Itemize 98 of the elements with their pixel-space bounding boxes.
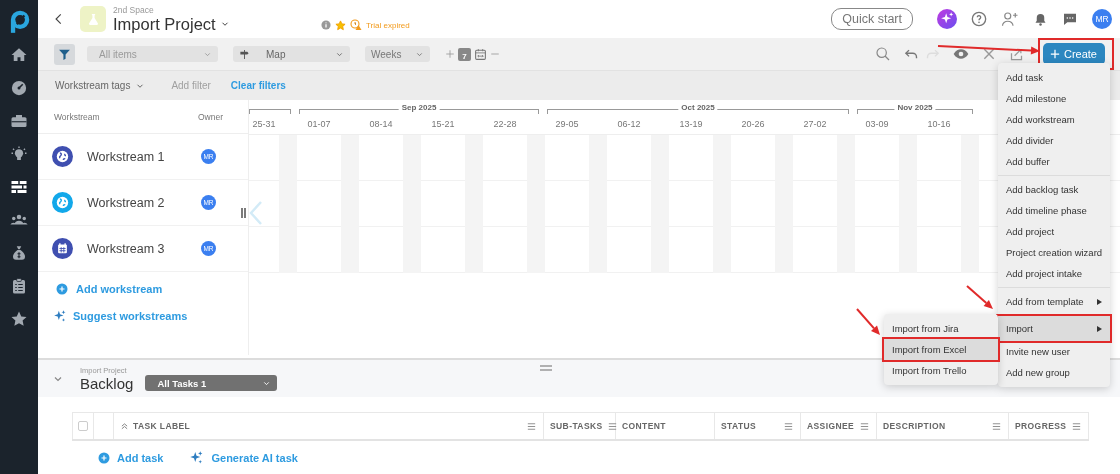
- ai-sparkle-icon[interactable]: [937, 9, 957, 29]
- menu-item[interactable]: Project creation wizard: [998, 242, 1110, 263]
- annotation-arrow: [856, 308, 880, 335]
- column-header[interactable]: TASK LABEL: [113, 412, 544, 440]
- week-label: 15-21: [431, 119, 455, 129]
- create-button[interactable]: Create: [1042, 43, 1105, 65]
- add-task-link[interactable]: Add task: [98, 451, 164, 464]
- search-icon[interactable]: [874, 46, 891, 62]
- menu-item[interactable]: Add project intake: [998, 263, 1110, 284]
- menu-item[interactable]: Add new group: [998, 362, 1110, 383]
- column-menu-icon[interactable]: [991, 420, 1002, 432]
- bell-icon[interactable]: [1033, 11, 1048, 27]
- menu-item[interactable]: Add buffer: [998, 151, 1110, 172]
- eye-icon[interactable]: [952, 46, 969, 62]
- week-label: 25-31: [252, 119, 276, 129]
- menu-item[interactable]: Add task: [998, 67, 1110, 88]
- month-label: Sep 2025: [398, 103, 440, 112]
- column-menu-icon[interactable]: [606, 420, 618, 432]
- space-name: 2nd Space: [113, 4, 155, 15]
- plus-circle-icon: [56, 283, 68, 295]
- column-menu-icon[interactable]: [859, 420, 870, 432]
- month-label: Nov 2025: [894, 103, 936, 112]
- scale-select[interactable]: Weeks: [365, 46, 430, 62]
- column-header: Owner: [197, 111, 223, 122]
- week-label: 06-12: [617, 119, 641, 129]
- task-filter-dropdown[interactable]: All Tasks 1: [145, 375, 278, 391]
- quick-start-button[interactable]: Quick start: [831, 8, 913, 30]
- backlog-title: Backlog: [80, 374, 134, 392]
- menu-item[interactable]: Add project: [998, 221, 1110, 242]
- week-label: 20-26: [741, 119, 765, 129]
- workstream-name[interactable]: Workstream 2: [87, 195, 197, 210]
- column-header[interactable]: DESCRIPTION: [876, 412, 1009, 440]
- menu-item[interactable]: Import from Jira: [884, 318, 998, 339]
- user-avatar[interactable]: MR: [1092, 9, 1112, 29]
- sparkle-icon: [189, 450, 205, 465]
- week-label: 01-07: [307, 119, 331, 129]
- column-header: Workstream: [54, 111, 100, 122]
- column-header[interactable]: ASSIGNEE: [800, 412, 877, 440]
- annotation-arrow: [966, 285, 993, 309]
- filter-icon: [58, 47, 71, 61]
- column-header[interactable]: SUB-TASKS: [543, 412, 616, 440]
- week-label: 03-09: [865, 119, 889, 129]
- gauge-icon[interactable]: [10, 78, 28, 97]
- resize-handle-icon[interactable]: [241, 208, 246, 218]
- menu-item[interactable]: Import from Excel: [884, 339, 998, 360]
- column-menu-icon[interactable]: [783, 420, 794, 432]
- menu-item[interactable]: Add workstream: [998, 109, 1110, 130]
- today-button[interactable]: 7: [458, 47, 471, 61]
- menu-item[interactable]: Add milestone: [998, 88, 1110, 109]
- warning-clock-icon: [350, 19, 362, 31]
- view-select[interactable]: Map: [233, 46, 350, 62]
- workstream-name[interactable]: Workstream 3: [87, 241, 197, 256]
- drag-handle-icon[interactable]: [540, 365, 552, 371]
- column-menu-icon[interactable]: [1071, 420, 1082, 432]
- fit-calendar-icon[interactable]: [474, 47, 487, 61]
- week-label: 27-02: [803, 119, 827, 129]
- menu-item[interactable]: Import: [998, 316, 1110, 341]
- menu-item[interactable]: Invite new user: [998, 341, 1110, 362]
- month-label: Oct 2025: [678, 103, 718, 112]
- filter-button[interactable]: [54, 43, 75, 65]
- column-header[interactable]: CONTENT: [615, 412, 715, 440]
- lightbulb-icon[interactable]: [10, 144, 28, 163]
- help-icon[interactable]: [971, 11, 987, 27]
- menu-item[interactable]: Import from Trello: [884, 360, 998, 381]
- suggest-workstreams-link[interactable]: Suggest workstreams: [38, 309, 188, 323]
- submenu-arrow-icon: [1097, 325, 1102, 332]
- project-title: Import Project: [113, 14, 216, 34]
- star-icon[interactable]: [335, 19, 346, 31]
- close-icon[interactable]: [981, 47, 996, 61]
- menu-item[interactable]: Add timeline phase: [998, 200, 1110, 221]
- money-bag-icon[interactable]: [10, 243, 28, 262]
- plus-icon: [1049, 49, 1060, 59]
- column-header[interactable]: PROGRESS: [1008, 412, 1089, 440]
- week-label: 08-14: [369, 119, 393, 129]
- chat-icon[interactable]: [1062, 11, 1078, 27]
- menu-item[interactable]: Add divider: [998, 130, 1110, 151]
- add-user-icon[interactable]: [1001, 10, 1019, 28]
- trial-status: Trial expired: [366, 20, 410, 30]
- signpost-icon: [239, 48, 250, 60]
- info-icon[interactable]: [321, 20, 331, 30]
- week-label: 22-28: [493, 119, 517, 129]
- sort-icon[interactable]: [120, 421, 129, 431]
- week-label: 29-05: [555, 119, 579, 129]
- select-all-checkbox[interactable]: [78, 421, 88, 431]
- flask-icon: [86, 12, 100, 26]
- menu-item[interactable]: Add backlog task: [998, 179, 1110, 200]
- workstream-name[interactable]: Workstream 1: [87, 149, 197, 164]
- menu-item[interactable]: Add from template: [998, 291, 1110, 312]
- clipboard-icon[interactable]: [10, 276, 28, 295]
- column-header[interactable]: STATUS: [714, 412, 801, 440]
- add-workstream-link[interactable]: Add workstream: [38, 272, 248, 306]
- column-menu-icon[interactable]: [526, 420, 537, 432]
- workstream-tags-dropdown[interactable]: Workstream tags: [55, 80, 146, 91]
- submenu-arrow-icon: [1097, 298, 1102, 305]
- week-label: 13-19: [679, 119, 703, 129]
- plus-circle-icon: [98, 451, 110, 464]
- sparkle-icon: [53, 309, 67, 323]
- week-label: 10-16: [927, 119, 951, 129]
